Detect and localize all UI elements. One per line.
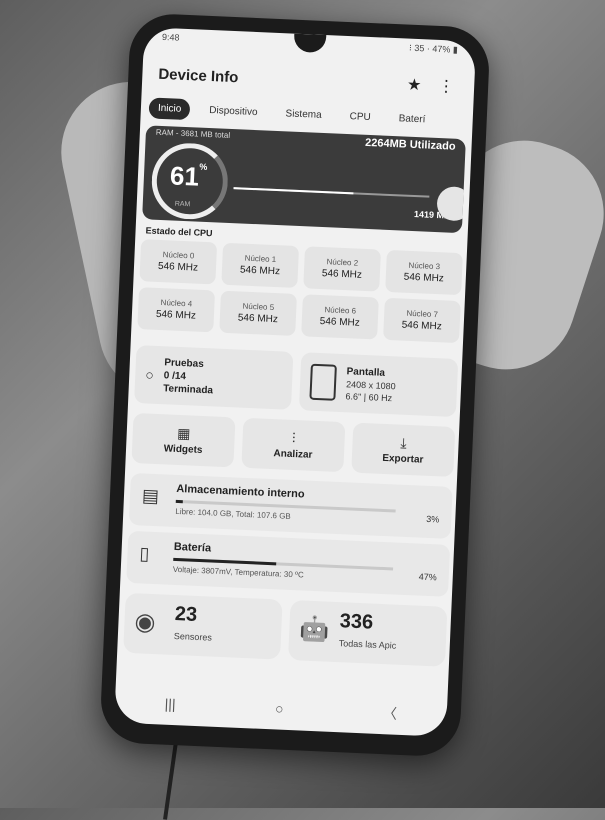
cpu-grid: Núcleo 0 546 MHz Núcleo 1 546 MHz Núcleo 2… [137,239,463,344]
core-name: Núcleo 0 [162,250,195,261]
analyze-label: Analizar [273,448,313,461]
cpu-core[interactable]: Núcleo 2 546 MHz [303,246,381,292]
cpu-core[interactable]: Núcleo 4 546 MHz [137,287,216,333]
core-name: Núcleo 7 [406,308,439,320]
core-freq: 546 MHz [239,264,281,278]
core-name: Núcleo 5 [242,301,275,313]
tab-inicio[interactable]: Inicio [148,97,191,121]
battery-bar-fill [173,557,277,566]
ram-percent: 61% [169,160,208,192]
analyze-button[interactable]: ⫶ Analizar [241,417,346,473]
cpu-section-title: Estado del CPU [145,225,213,239]
sensors-count: 23 [174,602,198,626]
status-indicators: ⁝ 35 · 47% ▮ [408,42,458,55]
home-icon[interactable]: ○ [275,700,284,716]
tab-bateria[interactable]: Baterí [389,108,435,131]
tab-sistema[interactable]: Sistema [276,103,331,126]
core-freq: 546 MHz [319,316,360,329]
core-name: Núcleo 6 [324,305,357,316]
battery-percent: 47% [418,571,437,583]
more-vert-icon[interactable]: ⋮ [434,76,459,97]
storage-bar-fill [175,499,183,504]
cpu-core[interactable]: Núcleo 7 546 MHz [383,297,461,344]
phone-screen: 9:48 ⁝ 35 · 47% ▮ Device Info ★ ⋮ Inicio… [114,27,477,737]
export-button[interactable]: ⤓ Exportar [351,422,456,477]
battery-icon: ▯ [139,543,150,564]
sensor-icon: ◉ [133,608,157,637]
tests-card[interactable]: ○ Pruebas 0 /14 Terminada [134,345,294,410]
ram-bar [233,187,430,198]
display-info: 6.6" | 60 Hz [345,390,393,403]
cpu-core[interactable]: Núcleo 5 546 MHz [219,290,297,336]
core-freq: 546 MHz [237,312,279,326]
battery-detail: Voltaje: 3807mV, Temperatura: 30 ºC [172,564,304,580]
progress-circle-icon: ○ [144,366,155,383]
analytics-icon: ⫶ [291,429,296,447]
recents-icon[interactable]: ||| [164,696,176,712]
core-freq: 546 MHz [403,271,445,285]
battery-title: Batería [173,540,212,555]
storage-icon: ▤ [141,485,160,507]
core-name: Núcleo 4 [160,298,193,309]
tab-dispositivo[interactable]: Dispositivo [200,100,267,124]
sensors-label: Sensores [173,630,213,643]
action-row: ▦ Widgets ⫶ Analizar ⤓ Exportar [131,412,456,477]
ram-used: 2264MB Utilizado [364,136,456,153]
widgets-icon: ▦ [176,424,191,442]
system-nav-bar: ||| ○ 〈 [114,684,447,732]
storage-percent: 3% [426,513,440,525]
app-title: Device Info [158,65,239,86]
ram-label: RAM [174,200,191,209]
core-freq: 546 MHz [157,260,199,274]
cpu-core[interactable]: Núcleo 3 546 MHz [385,249,463,296]
android-icon: 🤖 [298,615,330,644]
download-icon: ⤓ [400,434,408,451]
storage-detail: Libre: 104.0 GB, Total: 107.6 GB [175,506,291,521]
storage-title: Almacenamiento interno [176,482,305,501]
core-name: Núcleo 2 [326,257,359,268]
info-row: ○ Pruebas 0 /14 Terminada Pantalla 2408 … [134,345,459,418]
ram-title: RAM - 3681 MB total [155,127,231,140]
core-name: Núcleo 1 [244,253,277,265]
phone-body: 9:48 ⁝ 35 · 47% ▮ Device Info ★ ⋮ Inicio… [99,12,491,758]
core-freq: 546 MHz [321,268,363,281]
apps-card[interactable]: 🤖 336 Todas las Apic [287,600,448,667]
sensors-card[interactable]: ◉ 23 Sensores [123,592,283,660]
cpu-core[interactable]: Núcleo 6 546 MHz [301,294,379,340]
bottom-row: ◉ 23 Sensores 🤖 336 Todas las Apic [123,592,448,667]
cpu-core[interactable]: Núcleo 1 546 MHz [221,242,300,289]
display-card[interactable]: Pantalla 2408 x 1080 6.6" | 60 Hz [298,352,459,418]
apps-label: Todas las Apic [338,638,397,651]
storage-card[interactable]: ▤ Almacenamiento interno Libre: 104.0 GB… [128,472,453,539]
widgets-label: Widgets [163,443,203,457]
ram-bar-fill [233,187,354,195]
core-freq: 546 MHz [401,319,442,333]
ram-percent-symbol: % [199,161,208,172]
status-time: 9:48 [161,31,180,43]
battery-card[interactable]: ▯ Batería Voltaje: 3807mV, Temperatura: … [126,530,451,597]
core-name: Núcleo 3 [408,260,441,272]
core-freq: 546 MHz [155,308,197,322]
cpu-core[interactable]: Núcleo 0 546 MHz [139,239,218,285]
tab-cpu[interactable]: CPU [340,106,380,129]
export-label: Exportar [382,452,424,466]
smartphone-icon [309,363,337,401]
ram-card[interactable]: RAM - 3681 MB total 2264MB Utilizado 61%… [142,125,466,234]
widgets-button[interactable]: ▦ Widgets [131,412,236,468]
back-icon[interactable]: 〈 [383,703,398,724]
apps-count: 336 [339,610,374,634]
tests-status: Terminada [162,382,214,396]
star-icon[interactable]: ★ [402,74,427,95]
